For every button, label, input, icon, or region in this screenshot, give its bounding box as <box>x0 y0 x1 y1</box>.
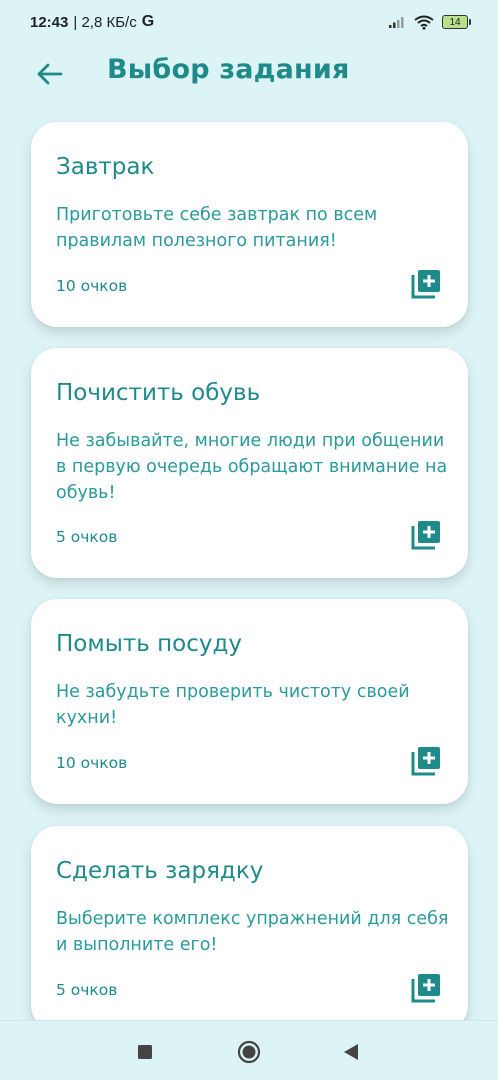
battery-icon: 14 <box>442 15 471 29</box>
task-card[interactable]: Помыть посуду Не забудьте проверить чист… <box>31 599 468 804</box>
task-card[interactable]: Завтрак Приготовьте себе завтрак по всем… <box>31 122 468 327</box>
status-time: 12:43 <box>30 13 69 31</box>
task-title: Помыть посуду <box>56 631 243 657</box>
task-title: Завтрак <box>56 154 155 180</box>
task-points: 5 очков <box>56 528 118 546</box>
home-icon <box>237 1040 261 1064</box>
add-task-icon[interactable] <box>410 268 442 300</box>
status-right: 14 <box>388 15 471 30</box>
g-icon: G <box>141 13 155 30</box>
task-description: Приготовьте себе завтрак по всем правила… <box>56 205 378 251</box>
signal-icon <box>389 17 404 28</box>
recent-apps-button[interactable] <box>130 1037 160 1067</box>
task-title: Сделать зарядку <box>56 858 264 884</box>
task-title: Почистить обувь <box>56 380 261 406</box>
recent-apps-icon <box>138 1045 152 1059</box>
system-nav-bar <box>0 1020 498 1080</box>
task-points: 10 очков <box>56 277 128 295</box>
app-header: Выбор задания <box>0 44 498 102</box>
status-network-speed: | 2,8 КБ/с <box>73 13 137 31</box>
task-description: Выберите комплекс упражнений для себя и … <box>56 909 449 955</box>
arrow-left-icon <box>37 63 63 85</box>
wifi-icon <box>414 15 434 30</box>
task-points: 5 очков <box>56 981 118 999</box>
add-task-icon[interactable] <box>410 745 442 777</box>
battery-level: 14 <box>449 16 461 28</box>
back-triangle-icon <box>344 1044 358 1060</box>
status-bar: 12:43 | 2,8 КБ/с G 14 <box>0 0 498 44</box>
home-button[interactable] <box>234 1037 264 1067</box>
back-nav-button[interactable] <box>336 1037 366 1067</box>
back-button[interactable] <box>32 56 68 92</box>
add-task-icon[interactable] <box>410 972 442 1004</box>
task-description: Не забудьте проверить чистоту своей кухн… <box>56 682 410 728</box>
task-points: 10 очков <box>56 754 128 772</box>
status-left: 12:43 | 2,8 КБ/с G <box>30 13 154 31</box>
page-title: Выбор задания <box>107 54 350 85</box>
add-task-icon[interactable] <box>410 519 442 551</box>
task-card[interactable]: Сделать зарядку Выберите комплекс упражн… <box>31 826 468 1031</box>
task-card[interactable]: Почистить обувь Не забывайте, многие люд… <box>31 348 468 578</box>
task-description: Не забывайте, многие люди при общении в … <box>56 431 448 503</box>
